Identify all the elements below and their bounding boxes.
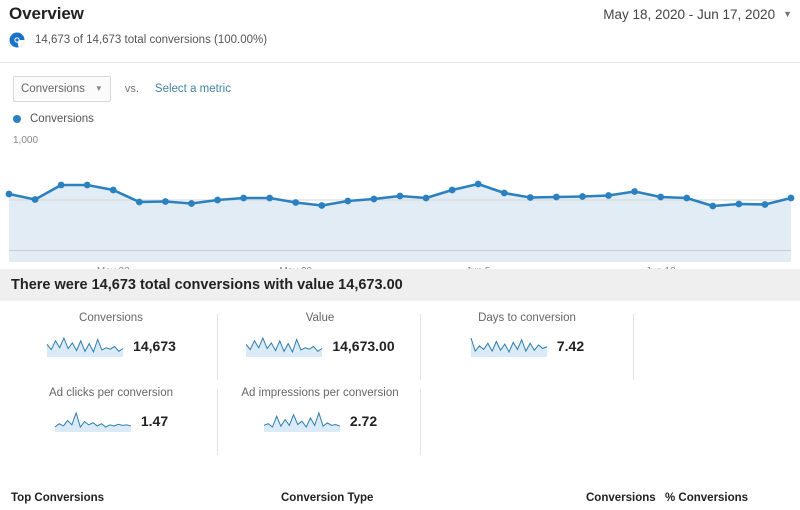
bottom-table-header: Top Conversions Conversion Type Conversi…	[0, 492, 800, 510]
metric-card[interactable]: Ad impressions per conversion 2.72	[217, 387, 423, 432]
metric-card-body: 14,673.00	[217, 335, 423, 357]
metric-sparkline	[263, 411, 341, 432]
chevron-down-icon: ▼	[94, 84, 103, 93]
metric-card[interactable]: Ad clicks per conversion 1.47	[8, 387, 214, 432]
page-header: Overview May 18, 2020 - Jun 17, 2020 ▼	[0, 0, 800, 28]
card-divider	[420, 314, 421, 380]
col-header-conversion-type[interactable]: Conversion Type	[281, 492, 373, 504]
card-divider	[217, 389, 218, 455]
metric-card-title: Conversions	[79, 312, 143, 324]
metric-sparkline	[46, 336, 124, 357]
vs-label: vs.	[124, 83, 139, 95]
conversions-summary-text: 14,673 of 14,673 total conversions (100.…	[35, 34, 268, 46]
metric-card-body: 14,673	[8, 335, 214, 357]
metric-card[interactable]: Days to conversion 7.42	[424, 312, 630, 357]
metric-selector-row: Conversions ▼ vs. Select a metric	[13, 76, 231, 102]
metric-card[interactable]: Value 14,673.00	[217, 312, 423, 357]
summary-banner-text: There were 14,673 total conversions with…	[11, 277, 403, 293]
metric-card-title: Ad clicks per conversion	[49, 387, 173, 399]
metric-sparkline	[470, 337, 548, 357]
page-title: Overview	[9, 4, 84, 23]
select-a-metric-link[interactable]: Select a metric	[155, 83, 231, 95]
col-header-pct-conversions[interactable]: % Conversions	[665, 492, 748, 504]
col-header-top-conversions[interactable]: Top Conversions	[11, 492, 104, 504]
metric-card-body: 7.42	[424, 335, 630, 357]
date-range-picker[interactable]: May 18, 2020 - Jun 17, 2020 ▼	[603, 7, 800, 22]
pie-chart-icon	[9, 32, 25, 48]
card-divider	[420, 389, 421, 455]
metric-card-title: Value	[305, 312, 335, 324]
metric-card-value: 2.72	[349, 413, 378, 429]
metric-card[interactable]: Conversions 14,673	[8, 312, 214, 357]
metric-card-title: Ad impressions per conversion	[241, 387, 399, 399]
metric-card-value: 7.42	[556, 338, 585, 354]
date-range-label: May 18, 2020 - Jun 17, 2020	[603, 6, 776, 22]
chart-plot-area	[5, 180, 795, 262]
card-divider	[633, 314, 634, 380]
metric-card-value: 14,673.00	[332, 338, 395, 354]
legend-series-label: Conversions	[30, 113, 94, 125]
metric-card-value: 1.47	[140, 413, 169, 429]
chart-legend: Conversions	[13, 113, 94, 125]
header-divider	[0, 62, 800, 63]
card-divider	[217, 314, 218, 380]
chevron-down-icon: ▼	[783, 8, 792, 19]
primary-metric-label: Conversions	[21, 83, 85, 95]
chart-x-axis-line	[9, 250, 791, 251]
metric-sparkline	[54, 411, 131, 432]
conversions-summary: 14,673 of 14,673 total conversions (100.…	[9, 32, 267, 48]
col-header-conversions[interactable]: Conversions	[586, 492, 656, 504]
metric-card-body: 1.47	[8, 410, 214, 432]
legend-dot-icon	[13, 115, 21, 123]
metric-sparkline	[245, 336, 323, 357]
metric-card-title: Days to conversion	[478, 312, 576, 324]
metric-card-value: 14,673	[133, 338, 176, 354]
metric-cards: Conversions 14,673 Value 14,673.00 Days to c…	[0, 312, 800, 470]
metric-card-body: 2.72	[217, 410, 423, 432]
primary-metric-select[interactable]: Conversions ▼	[13, 76, 111, 102]
conversions-chart[interactable]: 1,000 500	[0, 132, 800, 262]
summary-banner: There were 14,673 total conversions with…	[0, 269, 800, 301]
